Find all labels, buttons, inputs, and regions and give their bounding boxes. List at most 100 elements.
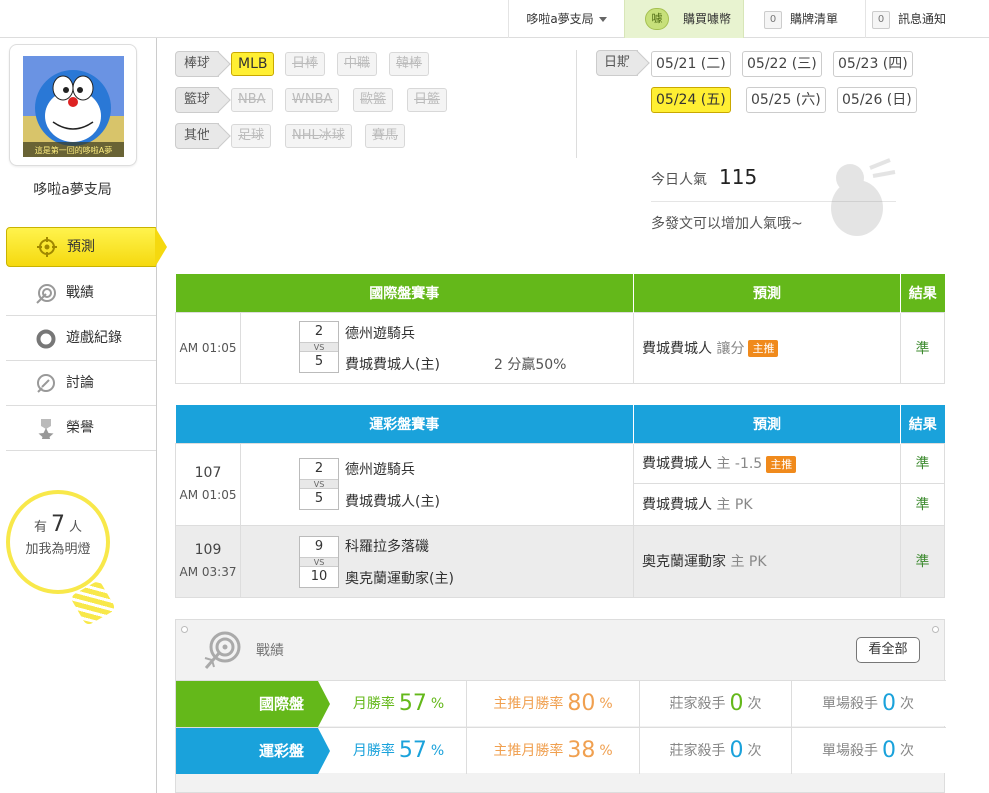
filter-nhl[interactable]: NHL冰球 [285, 124, 352, 148]
intl-games-table: 國際盤賽事 預測 結果 AM 01:05 2 VS 5 德州遊騎兵 費城費城人(… [175, 274, 945, 384]
filter-mlb[interactable]: MLB [231, 52, 275, 76]
pick-cell: 費城費城人 主 PK [633, 482, 901, 526]
game-number-time: 107 AM 01:05 [175, 442, 241, 526]
sidebar-item-honor[interactable]: 榮譽 [6, 406, 156, 451]
house-killer: 莊家殺手 0 次 [639, 681, 791, 727]
top-bar: 哆啦a夢支局 噱 購買噱幣 0 購牌清單 0 訊息通知 [0, 0, 989, 38]
table-row: 109 AM 03:37 9 VS 10 科羅拉多落磯 奧克蘭運動家(主) 奧克… [175, 524, 945, 598]
filter-wnba[interactable]: WNBA [285, 88, 340, 112]
date-0525[interactable]: 05/25 (六) [746, 87, 826, 113]
pick-cell: 費城費城人 主 -1.5 主推 [633, 442, 901, 484]
game-time-text: AM 01:05 [179, 488, 237, 502]
follower-text: 有7人 加我為明燈 [6, 514, 110, 561]
main-pick-badge: 主推 [748, 340, 779, 357]
date-0526[interactable]: 05/26 (日) [837, 87, 917, 113]
away-team[interactable]: 德州遊騎兵 [345, 323, 415, 343]
date-label: 日期 [596, 50, 638, 76]
sidebar-item-label: 榮譽 [66, 420, 94, 436]
record-panel: 戰績 看全部 國際盤 月勝率 57% 主推月勝率 80% 莊家殺手 0 次 單場殺手 0 次… [175, 619, 946, 793]
record-row-lottery: 運彩盤 月勝率 57% 主推月勝率 38% 莊家殺手 0 次 單場殺手 0 次 [176, 727, 946, 774]
date-0524[interactable]: 05/24 (五) [651, 87, 731, 113]
filter-cpbl[interactable]: 中職 [337, 52, 378, 76]
sidebar-item-predict[interactable]: 預測 [6, 227, 167, 267]
table-row: AM 01:05 2 VS 5 德州遊騎兵 費城費城人(主) 2 分贏50% 費… [175, 311, 945, 384]
home-team[interactable]: 奧克蘭運動家(主) [345, 568, 454, 588]
avatar-frame: 這是第一回的哆啦A夢 [9, 44, 137, 166]
follower-bulb[interactable]: 有7人 加我為明燈 [6, 490, 117, 650]
stat-label: 主推月勝率 [493, 696, 564, 712]
game-time: AM 01:05 [175, 311, 241, 384]
pick-team: 奧克蘭運動家 [642, 554, 726, 570]
record-row-label: 國際盤 [176, 681, 330, 727]
filter-jbl[interactable]: 日籃 [407, 88, 448, 112]
result-cell: 準 [900, 442, 945, 484]
stat-label: 莊家殺手 [669, 696, 726, 712]
main-pick-win-rate: 主推月勝率 38% [466, 728, 639, 774]
pick-team: 費城費城人 [642, 497, 712, 514]
sidebar-item-game-log[interactable]: 遊戲紀錄 [6, 316, 156, 361]
purchase-list-label: 購牌清單 [790, 12, 839, 26]
avatar[interactable]: 這是第一回的哆啦A夢 [23, 56, 124, 157]
sidebar-item-label: 遊戲紀錄 [66, 330, 122, 346]
follower-suffix: 人 [69, 520, 83, 535]
sidebar-nav: 預測 戰績 遊戲紀錄 討論 榮譽 [6, 227, 167, 451]
see-all-button[interactable]: 看全部 [856, 637, 920, 663]
main-pick-win-rate: 主推月勝率 80% [466, 681, 639, 727]
score-box: 2 VS 5 [299, 320, 339, 373]
date-0522[interactable]: 05/22 (三) [742, 51, 822, 77]
filter-nba[interactable]: NBA [231, 88, 273, 112]
game-number: 107 [194, 465, 222, 481]
filter-label-basketball: 籃球 [175, 87, 219, 113]
mascot-icon [831, 158, 896, 236]
intl-header-result: 結果 [900, 274, 945, 312]
date-0523[interactable]: 05/23 (四) [833, 51, 913, 77]
buy-coins-label: 購買噱幣 [683, 12, 732, 26]
sidebar-item-discussion[interactable]: 討論 [6, 361, 156, 406]
stat-value: 57 [398, 691, 427, 716]
home-score: 5 [314, 491, 324, 506]
stat-value: 80 [567, 691, 596, 716]
matchup-cell: 9 VS 10 科羅拉多落磯 奧克蘭運動家(主) [240, 524, 634, 598]
buy-coins-button[interactable]: 噱 購買噱幣 [624, 0, 744, 38]
stat-unit: % [430, 743, 445, 759]
filter-horse-racing[interactable]: 賽馬 [365, 124, 406, 148]
handicap-odds: 2 分贏50% [494, 356, 567, 373]
away-team[interactable]: 德州遊騎兵 [345, 459, 415, 479]
filter-npb[interactable]: 日棒 [285, 52, 326, 76]
pick-team: 費城費城人 [642, 456, 712, 473]
pick-type: 主 PK [730, 554, 767, 570]
filter-kbo[interactable]: 韓棒 [389, 52, 430, 76]
profile-name: 哆啦a夢支局 [33, 182, 112, 198]
stat-unit: 次 [900, 743, 914, 759]
corner-dot-icon [932, 626, 939, 633]
home-score: 5 [314, 353, 324, 369]
home-team[interactable]: 費城費城人(主) [345, 491, 440, 511]
score-box: 2 VS 5 [299, 458, 339, 510]
popularity-count: 115 [719, 165, 758, 189]
intl-header-match: 國際盤賽事 [175, 274, 634, 312]
game-time-text: AM 03:37 [179, 565, 237, 579]
sidebar-item-record[interactable]: 戰績 [6, 271, 156, 316]
result-cell: 準 [900, 311, 945, 384]
away-team[interactable]: 科羅拉多落磯 [345, 536, 429, 556]
stat-unit: % [599, 743, 613, 759]
user-menu-dropdown[interactable]: 哆啦a夢支局 [508, 0, 624, 38]
single-game-killer: 單場殺手 0 次 [791, 728, 944, 774]
game-number: 109 [194, 542, 222, 558]
sidebar-item-label: 戰績 [66, 285, 94, 301]
monthly-win-rate: 月勝率 57% [331, 681, 466, 727]
ring-icon [36, 329, 56, 349]
date-0521[interactable]: 05/21 (二) [651, 51, 731, 77]
home-team[interactable]: 費城費城人(主) [345, 354, 440, 374]
purchase-count-badge: 0 [764, 10, 782, 29]
lottery-header-result: 結果 [900, 405, 945, 443]
follower-caption: 加我為明燈 [25, 542, 91, 557]
notifications-link[interactable]: 0 訊息通知 [872, 0, 989, 38]
intl-header-pick: 預測 [633, 274, 901, 312]
purchase-list-link[interactable]: 0 購牌清單 [764, 0, 866, 38]
filter-soccer[interactable]: 足球 [231, 124, 272, 148]
away-score: 2 [314, 323, 324, 339]
filter-divider [576, 50, 577, 158]
filter-euroleague[interactable]: 歐籃 [353, 88, 394, 112]
corner-dot-icon [181, 626, 188, 633]
